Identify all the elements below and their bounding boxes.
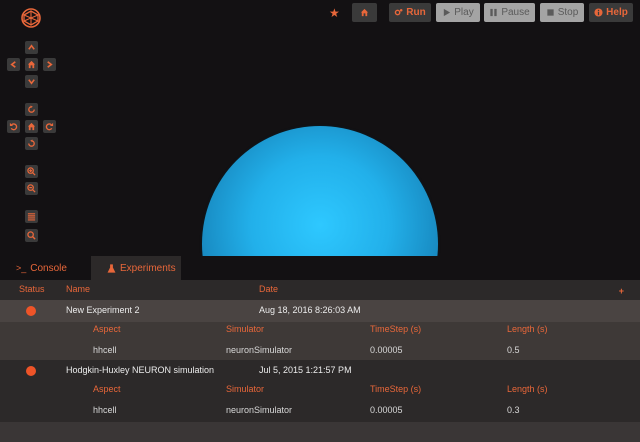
search-button[interactable]	[25, 229, 38, 242]
timestep-value[interactable]: 0.00005	[370, 405, 403, 415]
zoom-out-button[interactable]	[25, 182, 38, 195]
rotate-right-button[interactable]	[43, 120, 56, 133]
experiments-table: Status Name Date + New Experiment 2 Aug …	[0, 280, 640, 442]
undo-icon	[9, 122, 18, 131]
simulator-header: Simulator	[226, 384, 265, 394]
status-column-header: Status	[19, 284, 45, 294]
rotate-icon	[28, 105, 35, 113]
play-button[interactable]: Play	[436, 3, 480, 22]
home-icon	[360, 8, 369, 17]
tab-experiments[interactable]: Experiments	[91, 256, 181, 280]
aspect-header: Aspect	[93, 324, 121, 334]
pan-down-button[interactable]	[25, 75, 38, 88]
aspect-header: Aspect	[93, 384, 121, 394]
length-value[interactable]: 0.5	[507, 345, 520, 355]
pause-label: Pause	[501, 7, 530, 18]
pan-right-button[interactable]	[43, 58, 56, 71]
home-icon	[27, 122, 36, 131]
rotate-left-button[interactable]	[7, 120, 20, 133]
experiment-row[interactable]: New Experiment 2 Aug 18, 2016 8:26:03 AM	[0, 300, 640, 322]
add-experiment-button[interactable]: +	[619, 284, 624, 299]
timestep-header: TimeStep (s)	[370, 324, 422, 334]
tab-experiments-label: Experiments	[120, 262, 176, 274]
footer-bar	[0, 422, 640, 442]
info-icon	[594, 8, 603, 17]
list-icon	[27, 213, 36, 221]
simulator-value[interactable]: neuronSimulator	[226, 345, 292, 355]
timestep-header: TimeStep (s)	[370, 384, 422, 394]
experiment-name: Hodgkin-Huxley NEURON simulation	[66, 365, 215, 375]
chevron-right-icon	[47, 61, 53, 68]
run-button[interactable]: Run	[389, 3, 431, 22]
pause-button[interactable]: Pause	[484, 3, 535, 22]
timestep-value[interactable]: 0.00005	[370, 345, 403, 355]
help-label: Help	[606, 7, 628, 18]
length-value[interactable]: 0.3	[507, 405, 520, 415]
experiment-details: Aspect Simulator TimeStep (s) Length (s)…	[0, 322, 640, 360]
chevron-left-icon	[10, 61, 16, 68]
drawer-tabs: >_ Console Experiments	[0, 256, 640, 280]
zoom-out-icon	[27, 184, 36, 193]
rotate-down-button[interactable]	[25, 137, 38, 150]
geppetto-logo-icon	[21, 8, 41, 28]
home-button[interactable]	[352, 3, 377, 22]
pan-home-button[interactable]	[25, 58, 38, 71]
help-button[interactable]: Help	[589, 3, 633, 22]
tab-console[interactable]: >_ Console	[0, 256, 90, 280]
chevron-down-icon	[28, 79, 35, 85]
play-icon	[444, 8, 451, 17]
experiment-details: Aspect Simulator TimeStep (s) Length (s)…	[0, 382, 640, 420]
experiment-name: New Experiment 2	[66, 305, 140, 315]
length-header: Length (s)	[507, 324, 548, 334]
length-header: Length (s)	[507, 384, 548, 394]
list-button[interactable]	[25, 210, 38, 223]
star-icon[interactable]: ★	[329, 6, 340, 20]
simulator-value[interactable]: neuronSimulator	[226, 405, 292, 415]
table-header: Status Name Date +	[0, 280, 640, 298]
date-column-header: Date	[259, 284, 279, 294]
stop-button[interactable]: Stop	[540, 3, 584, 22]
home-icon	[27, 60, 36, 69]
pan-left-button[interactable]	[7, 58, 20, 71]
redo-icon	[45, 122, 54, 131]
zoom-in-button[interactable]	[25, 165, 38, 178]
experiment-row[interactable]: Hodgkin-Huxley NEURON simulation Jul 5, …	[0, 360, 640, 382]
status-indicator-icon	[26, 306, 36, 316]
experiment-date: Aug 18, 2016 8:26:03 AM	[259, 305, 361, 315]
zoom-in-icon	[27, 167, 36, 176]
play-label: Play	[454, 7, 474, 18]
experiment-date: Jul 5, 2015 1:21:57 PM	[259, 365, 352, 375]
pan-up-button[interactable]	[25, 41, 38, 54]
name-column-header: Name	[66, 284, 91, 294]
3d-canvas[interactable]: ★ Run Play Pause Stop Help	[0, 0, 640, 362]
aspect-value: hhcell	[93, 345, 117, 355]
aspect-value: hhcell	[93, 405, 117, 415]
pause-icon	[490, 8, 497, 17]
run-label: Run	[406, 7, 426, 18]
tab-console-label: Console	[30, 262, 67, 274]
terminal-icon: >_	[16, 263, 27, 273]
chevron-up-icon	[28, 44, 35, 50]
stop-icon	[547, 9, 554, 16]
search-icon	[27, 231, 36, 240]
status-indicator-icon	[26, 366, 36, 376]
flask-icon	[107, 263, 116, 273]
simulator-header: Simulator	[226, 324, 265, 334]
rotate-home-button[interactable]	[25, 120, 38, 133]
gears-icon	[394, 8, 403, 16]
stop-label: Stop	[557, 7, 579, 18]
rotate-icon	[28, 139, 35, 147]
rotate-up-button[interactable]	[25, 103, 38, 116]
